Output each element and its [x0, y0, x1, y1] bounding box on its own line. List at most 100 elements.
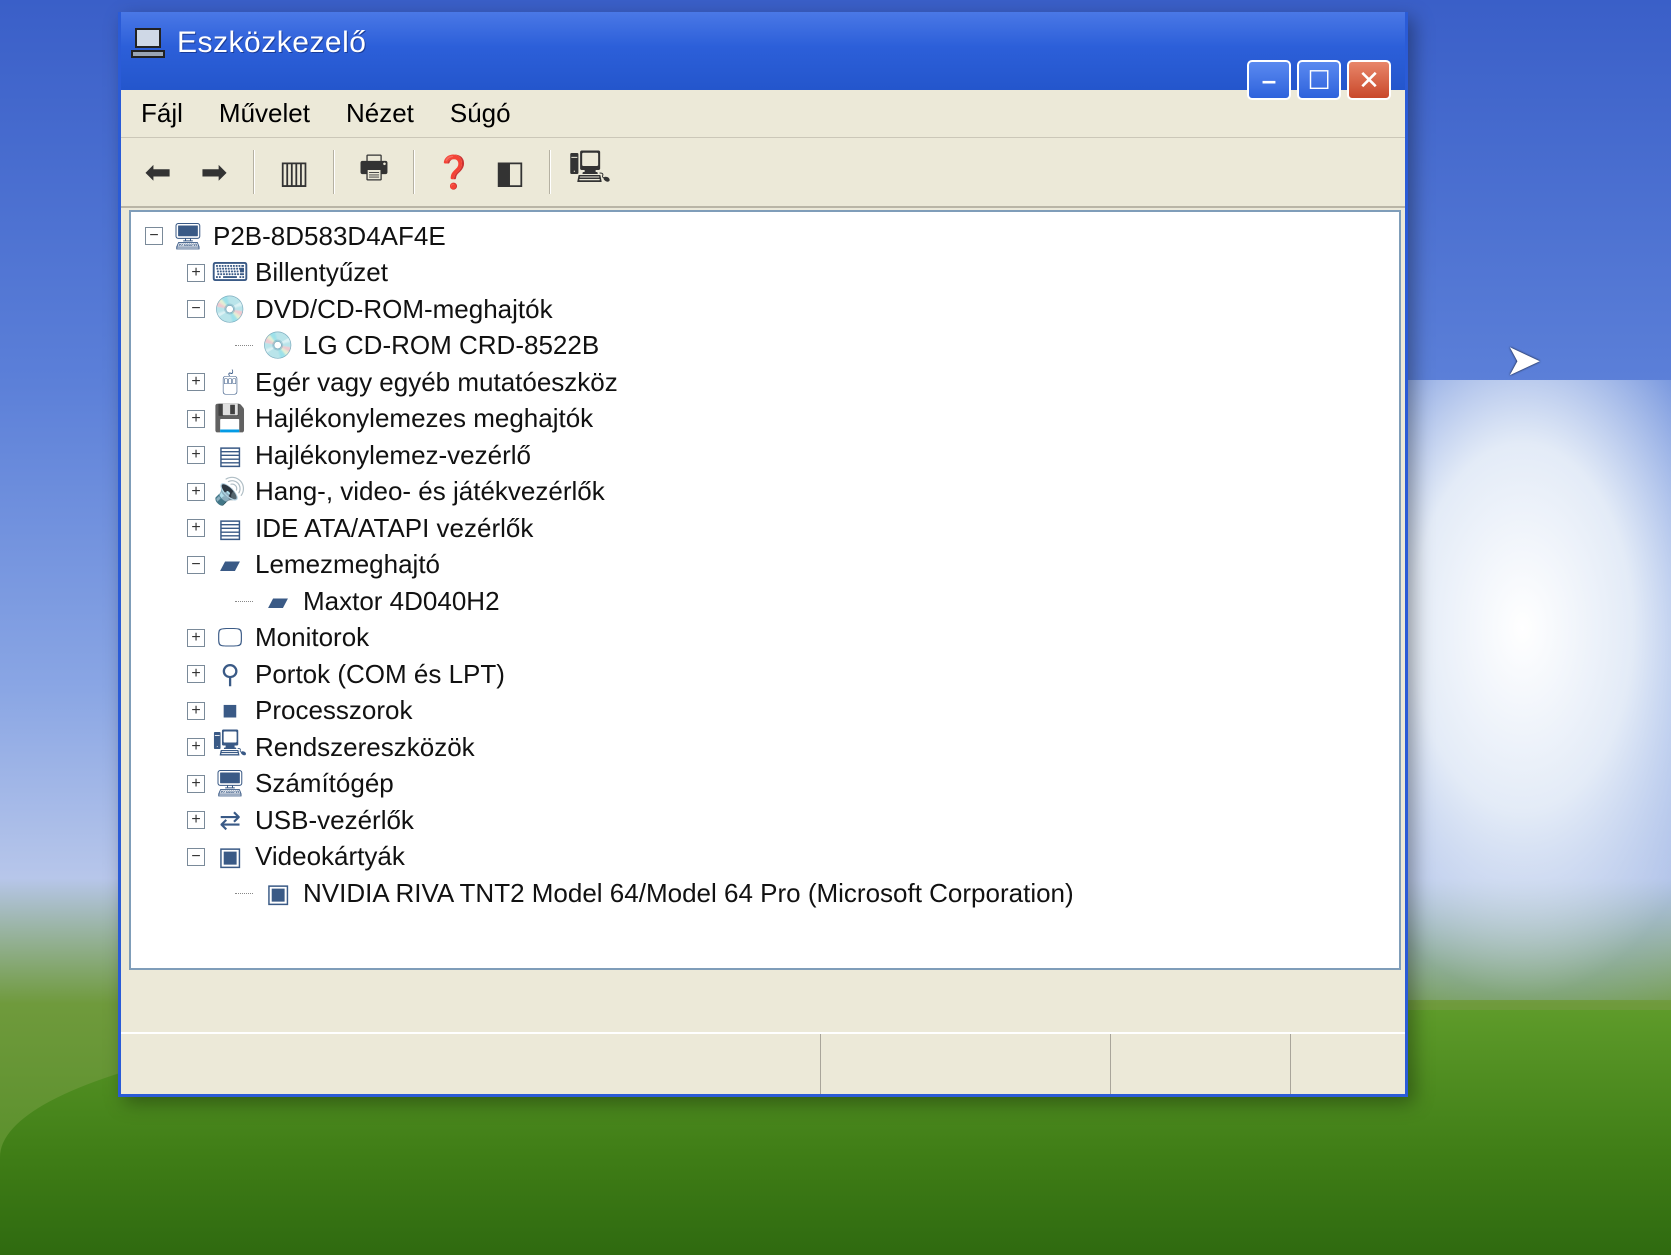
tree-item[interactable]: ▣ NVIDIA RIVA TNT2 Model 64/Model 64 Pro …: [145, 875, 1399, 912]
mouse-cursor-icon: ➤: [1505, 336, 1542, 385]
tree-item-label: Számítógép: [255, 768, 394, 799]
properties-help-button[interactable]: ❓: [429, 147, 479, 197]
export-list-button[interactable]: ◧: [485, 147, 535, 197]
device-tree[interactable]: − 🖥 P2B-8D583D4AF4E + ⌨ Billentyűzet − 💿 DVD/CD-…: [129, 210, 1401, 970]
expand-icon[interactable]: +: [187, 811, 205, 830]
forward-icon: ➡: [200, 154, 228, 190]
expand-icon[interactable]: +: [187, 482, 205, 501]
menu-view[interactable]: Nézet: [346, 98, 414, 129]
tree-item[interactable]: + 🖵 Monitorok: [145, 620, 1399, 657]
display-adapter-icon: ▣: [217, 841, 243, 872]
export-list-icon: ◧: [494, 154, 526, 190]
tree-item-label: Hang-, video- és játékvezérlők: [255, 476, 605, 507]
print-button[interactable]: 🖶: [349, 147, 399, 197]
usb-icon: ⇄: [219, 804, 241, 835]
toolbar-separator: [253, 150, 255, 194]
tree-item[interactable]: + ⇄ USB-vezérlők: [145, 802, 1399, 839]
show-hide-tree-icon: ▥: [278, 154, 310, 190]
floppy-drive-icon: 💾: [213, 403, 247, 434]
tree-item-label: LG CD-ROM CRD-8522B: [303, 330, 600, 361]
menu-file[interactable]: Fájl: [141, 98, 183, 129]
tree-item-label: Hajlékonylemez-vezérlő: [255, 439, 531, 470]
tree-connector: [235, 892, 253, 894]
collapse-icon[interactable]: −: [187, 555, 205, 574]
display-adapter-icon: ▣: [265, 877, 291, 908]
forward-button[interactable]: ➡: [189, 147, 239, 197]
tree-item[interactable]: + 🖱 Egér vagy egyéb mutatóeszköz: [145, 364, 1399, 401]
maximize-button[interactable]: ☐: [1297, 60, 1341, 100]
tree-item[interactable]: ▰ Maxtor 4D040H2: [145, 583, 1399, 620]
window-title: Eszközkezelő: [177, 26, 367, 59]
back-button[interactable]: ⬅: [133, 147, 183, 197]
tree-item-label: DVD/CD-ROM-meghajtók: [255, 293, 553, 324]
expand-icon[interactable]: +: [187, 519, 205, 538]
title-bar[interactable]: Eszközkezelő – ☐ ✕: [121, 12, 1405, 100]
toolbar-separator: [333, 150, 335, 194]
status-cell: [1111, 1034, 1291, 1094]
scan-hardware-icon: 🖳: [568, 149, 612, 185]
expand-icon[interactable]: +: [187, 263, 205, 282]
tree-item[interactable]: + ■ Processzorok: [145, 693, 1399, 730]
status-cell: [121, 1034, 821, 1094]
collapse-icon[interactable]: −: [187, 300, 205, 319]
tree-connector: [235, 345, 253, 347]
tree-item-label: Billentyűzet: [255, 257, 388, 288]
expand-icon[interactable]: +: [187, 409, 205, 428]
device-manager-window: Eszközkezelő – ☐ ✕ Fájl Művelet Nézet Sú…: [118, 12, 1408, 1097]
tree-item[interactable]: − 💿 DVD/CD-ROM-meghajtók: [145, 291, 1399, 328]
tree-item[interactable]: + 🖳 Rendszereszközök: [145, 728, 1399, 766]
computer-icon: 🖥: [213, 768, 247, 799]
expand-icon[interactable]: +: [187, 373, 205, 392]
tree-connector: [235, 600, 253, 602]
tree-item[interactable]: + 💾 Hajlékonylemezes meghajtók: [145, 401, 1399, 438]
monitor-icon: 🖵: [217, 621, 243, 652]
expand-icon[interactable]: +: [187, 628, 205, 647]
system-device-icon: 🖳: [212, 728, 248, 759]
tree-item[interactable]: + 🖥 Számítógép: [145, 766, 1399, 803]
menu-help[interactable]: Súgó: [450, 98, 511, 129]
controller-icon: ▤: [217, 512, 243, 543]
tree-item-label: Lemezmeghajtó: [255, 549, 440, 580]
show-hide-tree-button[interactable]: ▥: [269, 147, 319, 197]
tree-item-label: Hajlékonylemezes meghajtók: [255, 403, 594, 434]
tree-item[interactable]: + ⚲ Portok (COM és LPT): [145, 656, 1399, 693]
tree-item[interactable]: + ⌨ Billentyűzet: [145, 255, 1399, 292]
tree-item-label: P2B-8D583D4AF4E: [213, 220, 446, 251]
tree-item[interactable]: 💿 LG CD-ROM CRD-8522B: [145, 328, 1399, 365]
expand-icon[interactable]: +: [187, 738, 205, 757]
expand-icon[interactable]: +: [187, 446, 205, 465]
controller-icon: ▤: [217, 439, 243, 470]
minimize-button[interactable]: –: [1247, 60, 1291, 100]
tree-item[interactable]: − 🖥 P2B-8D583D4AF4E: [145, 218, 1399, 255]
computer-icon: 🖥: [171, 220, 205, 251]
scan-hardware-button[interactable]: 🖳: [565, 147, 615, 197]
close-button[interactable]: ✕: [1347, 60, 1391, 100]
status-cell: [821, 1034, 1111, 1094]
back-icon: ⬅: [144, 154, 172, 190]
tree-item-label: USB-vezérlők: [255, 804, 414, 835]
tree-item[interactable]: − ▣ Videokártyák: [145, 839, 1399, 876]
sound-icon: 🔊: [213, 476, 247, 507]
maximize-icon: ☐: [1307, 64, 1331, 95]
print-icon: 🖶: [358, 149, 390, 185]
mouse-icon: 🖱: [222, 366, 238, 397]
expand-icon[interactable]: +: [187, 665, 205, 684]
tree-item[interactable]: + 🔊 Hang-, video- és játékvezérlők: [145, 474, 1399, 511]
cd-drive-icon: 💿: [213, 293, 247, 324]
collapse-icon[interactable]: −: [187, 847, 205, 866]
tree-item[interactable]: − ▰ Lemezmeghajtó: [145, 547, 1399, 584]
tree-item-label: IDE ATA/ATAPI vezérlők: [255, 512, 534, 543]
keyboard-icon: ⌨: [211, 257, 249, 288]
collapse-icon[interactable]: −: [145, 227, 163, 246]
port-icon: ⚲: [220, 658, 240, 689]
properties-help-icon: ❓: [434, 154, 474, 190]
menu-action[interactable]: Művelet: [219, 98, 310, 129]
tree-item-label: NVIDIA RIVA TNT2 Model 64/Model 64 Pro (…: [303, 877, 1074, 908]
status-bar: [121, 1032, 1405, 1094]
tree-item-label: Monitorok: [255, 622, 370, 653]
tree-item[interactable]: + ▤ Hajlékonylemez-vezérlő: [145, 437, 1399, 474]
expand-icon[interactable]: +: [187, 774, 205, 793]
tree-item[interactable]: + ▤ IDE ATA/ATAPI vezérlők: [145, 510, 1399, 547]
expand-icon[interactable]: +: [187, 701, 205, 720]
tree-item-label: Rendszereszközök: [255, 731, 475, 762]
